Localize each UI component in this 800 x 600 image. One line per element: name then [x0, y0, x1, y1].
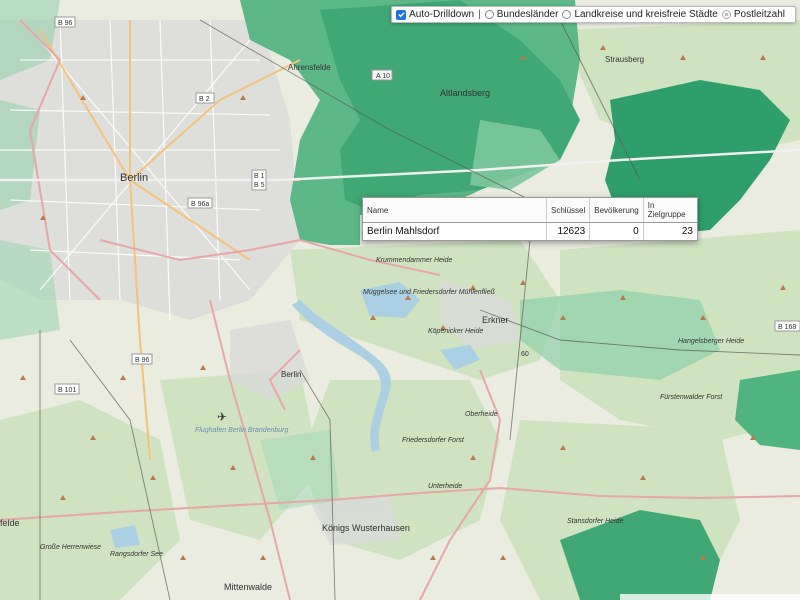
area-label-hangelsberger: Hangelsberger Heide	[678, 338, 744, 345]
place-label-ahrensfelde: Ahrensfelde	[288, 63, 331, 72]
road-label-60: 60	[521, 351, 529, 358]
city-label-berlin-small: Berlin	[281, 370, 301, 379]
place-label-altlandsberg: Altlandsberg	[440, 88, 490, 98]
layer-option-label: Bundesländer	[496, 9, 559, 20]
area-label-mueggelsee: Müggelsee und Friedersdorfer Mühlenfließ	[363, 289, 495, 296]
place-label-koenigs-wusterhausen: Königs Wusterhausen	[322, 523, 410, 533]
area-label-fuerstenwalder: Fürstenwalder Forst	[660, 394, 723, 401]
road-label-b96-top: B 96	[58, 20, 73, 27]
cell-name: Berlin Mahlsdorf	[363, 222, 547, 240]
area-label-unterheide: Unterheide	[428, 483, 462, 490]
area-label-grosse-herrenwiese: Große Herrenwiese	[40, 544, 101, 551]
area-label-rangsdorfer: Rangsdorfer See	[110, 551, 163, 558]
region-info-table: Name Schlüssel Bevölkerung In Zielgruppe…	[363, 198, 697, 240]
layer-option-label: Postleitzahl	[733, 9, 785, 20]
region-info-popup: Name Schlüssel Bevölkerung In Zielgruppe…	[362, 197, 698, 241]
area-label-flughafen: Flughafen Berlin Brandenburg	[195, 427, 289, 434]
auto-drilldown-checkbox[interactable]: Auto-Drilldown	[396, 9, 474, 20]
layer-option-landkreise[interactable]: Landkreise und kreisfreie Städte	[562, 9, 718, 20]
area-label-krummendammer: Krummendammer Heide	[376, 257, 452, 264]
road-label-b96-mid: B 96	[135, 357, 150, 364]
radio-selected-icon[interactable]	[721, 10, 731, 19]
airport-icon: ✈	[217, 410, 227, 424]
area-label-stansdorfer: Stansdorfer Heide	[567, 518, 624, 525]
road-label-b168: B 168	[778, 324, 796, 331]
column-header-bevoelkerung: Bevölkerung	[589, 198, 644, 223]
cell-schluessel: 12623	[546, 222, 591, 240]
attribution-bar	[620, 594, 800, 600]
radio-icon[interactable]	[484, 10, 494, 19]
layer-option-label: Landkreise und kreisfreie Städte	[574, 9, 718, 20]
area-label-friedersdorfer: Friedersdorfer Forst	[402, 437, 465, 444]
layer-toolbar: Auto-Drilldown | Bundesländer Landkreise…	[391, 6, 796, 23]
road-label-b96a: B 96a	[191, 201, 209, 208]
toolbar-separator: |	[478, 9, 481, 20]
layer-option-postleitzahl[interactable]: Postleitzahl	[721, 9, 785, 20]
road-label-b101: B 101	[58, 387, 76, 394]
area-label-oberheide: Oberheide	[465, 411, 498, 418]
auto-drilldown-label: Auto-Drilldown	[409, 9, 475, 20]
layer-option-bundeslaender[interactable]: Bundesländer	[484, 9, 559, 20]
checkbox-checked-icon[interactable]	[396, 9, 407, 20]
city-label-berlin: Berlin	[120, 172, 148, 184]
table-header-row: Name Schlüssel Bevölkerung In Zielgruppe	[363, 198, 697, 223]
place-label-erkner: Erkner	[482, 315, 509, 325]
place-label-felde: felde	[0, 518, 20, 528]
column-header-name: Name	[363, 198, 547, 223]
radio-icon[interactable]	[562, 10, 572, 19]
cell-zielgruppe: 23	[681, 226, 693, 237]
table-row: Berlin Mahlsdorf 12623 0 23	[363, 222, 697, 240]
place-label-strausberg: Strausberg	[605, 55, 644, 64]
map-canvas[interactable]: ✈ Berlin Berlin Ahrensfelde Altlandsberg…	[0, 0, 800, 600]
road-label-a10: A 10	[376, 73, 390, 80]
cell-bevoelkerung: 0	[589, 222, 644, 240]
column-header-zielgruppe: In Zielgruppe	[643, 198, 697, 223]
road-label-b2: B 2	[199, 96, 210, 103]
column-header-schluessel: Schlüssel	[546, 198, 591, 223]
area-label-koepenicker: Köpenicker Heide	[428, 328, 483, 335]
place-label-mittenwalde: Mittenwalde	[224, 582, 272, 592]
